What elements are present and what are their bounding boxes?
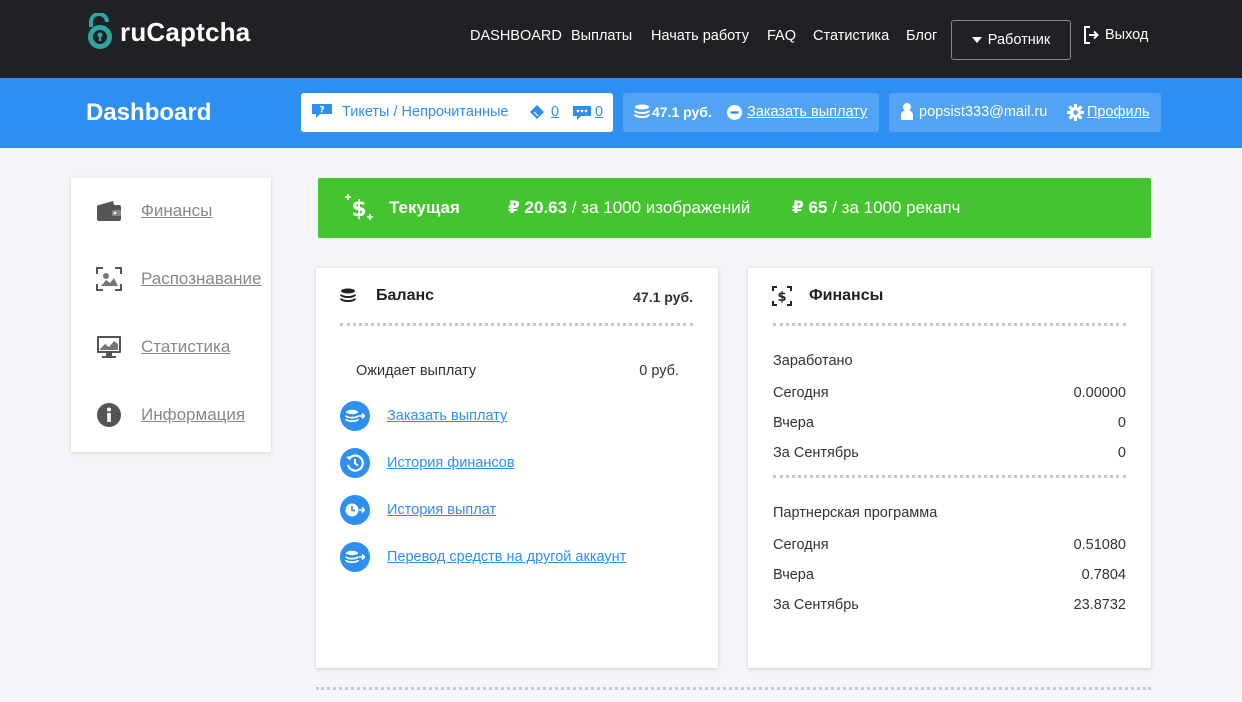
logout-link[interactable]: Выход [1083,26,1148,44]
current-rate-bar: $ Текущая ₽ 20.63 / за 1000 изображений … [318,178,1151,238]
svg-text:$: $ [351,197,366,222]
earned-month-value: 0 [1117,445,1126,461]
payout-history-link[interactable]: История выплат [340,495,496,525]
user-email: popsist333@mail.ru [919,104,1048,120]
partner-yesterday-label: Вчера [773,567,814,583]
earned-title: Заработано [773,353,853,369]
monitor-chart-icon [95,333,123,361]
partner-month-value: 23.8732 [1073,597,1126,613]
sidebar-item-info[interactable]: Информация [95,400,245,430]
header-balance: 47.1 руб. [652,104,712,120]
partner-month-label: За Сентябрь [773,597,859,613]
dollar-frame-icon: $ [772,286,792,306]
messages-count[interactable]: 0 [595,104,603,120]
image-rate: ₽ 20.63 / за 1000 изображений [508,198,750,218]
pending-value: 0 руб. [639,363,679,379]
logo[interactable]: ruCaptcha [86,12,250,52]
tickets-panel: ? Тикеты / Непрочитанные 0 0 [301,93,613,132]
rate-label: Текущая [389,198,460,217]
finance-history-link[interactable]: История финансов [340,448,515,478]
brand-name: ruCaptcha [120,16,251,47]
link-label: История финансов [387,455,515,471]
role-label: Работник [987,32,1051,48]
tickets-count[interactable]: 0 [551,104,559,120]
wallet-icon [95,197,123,225]
logout-icon [1084,26,1099,44]
dollar-sparkle-icon: $ [345,194,373,222]
help-ticket-icon: ? [312,104,332,118]
nav-payouts[interactable]: Выплаты [571,28,632,44]
role-dropdown[interactable]: Работник [951,20,1071,60]
earned-yesterday-label: Вчера [773,415,814,431]
recognition-icon [95,265,123,293]
recaptcha-rate: ₽ 65 / за 1000 рекапч [792,198,960,218]
partner-today-value: 0.51080 [1073,537,1126,553]
messages-icon [573,106,591,120]
nav-faq[interactable]: FAQ [767,28,796,44]
info-icon [95,401,123,429]
nav-blog[interactable]: Блог [906,28,937,44]
user-panel: popsist333@mail.ru Профиль [889,93,1161,132]
coins-icon [340,288,356,302]
divider [340,323,693,326]
earned-yesterday-value: 0 [1117,415,1126,431]
nav-dashboard[interactable]: DASHBOARD [470,28,562,44]
sidebar-item-label: Информация [141,405,246,424]
recaptcha-rate-unit: / за 1000 рекапч [832,198,961,217]
history-icon [340,448,370,478]
transfer-coins-icon [340,542,370,572]
partner-yesterday-value: 0.7804 [1081,567,1126,583]
finance-card-title: Финансы [809,287,884,304]
sidebar-item-recognition[interactable]: Распознавание [95,264,261,294]
profile-link[interactable]: Профиль [1087,104,1150,120]
link-label: Заказать выплату [387,408,508,424]
earned-month-label: За Сентябрь [773,445,859,461]
link-label: Перевод средств на другой аккаунт [387,549,627,565]
page-title: Dashboard [86,99,212,126]
image-rate-unit: / за 1000 изображений [571,198,751,217]
svg-text:?: ? [319,106,324,116]
balance-card: Баланс 47.1 руб. Ожидает выплату 0 руб. … [316,268,718,668]
top-navbar: ruCaptcha DASHBOARD Выплаты Начать работ… [0,0,1242,78]
header-payout-link[interactable]: Заказать выплату [747,104,867,120]
image-rate-value: ₽ 20.63 [508,198,568,217]
sidebar-item-label: Распознавание [141,269,262,288]
padlock-icon [88,13,112,49]
sidebar-item-finance[interactable]: Финансы [95,196,212,226]
earned-today-value: 0.00000 [1073,385,1126,401]
finance-card: $ Финансы Заработано Сегодня 0.00000 Вче… [748,268,1151,668]
coins-icon [634,104,650,118]
divider [773,475,1126,478]
partner-title: Партнерская программа [773,505,938,521]
sidebar-item-statistics[interactable]: Статистика [95,332,230,362]
clock-arrow-icon [340,495,370,525]
caret-down-icon [971,37,982,43]
gear-icon [1067,104,1084,121]
recaptcha-rate-value: ₽ 65 [792,198,828,217]
balance-amount: 47.1 руб. [633,289,693,305]
order-payout-link[interactable]: Заказать выплату [340,401,507,431]
balance-card-title: Баланс [376,287,435,304]
partner-today-label: Сегодня [773,537,829,553]
nav-statistics[interactable]: Статистика [813,28,889,44]
earned-today-label: Сегодня [773,385,829,401]
logout-label: Выход [1105,27,1149,43]
user-icon [901,103,913,120]
tickets-link[interactable]: Тикеты / Непрочитанные [342,104,508,120]
svg-text:$: $ [777,290,786,305]
nav-start-work[interactable]: Начать работу [651,28,749,44]
ticket-icon [530,105,544,119]
payout-coins-icon [340,401,370,431]
divider [316,687,1151,690]
sidebar-item-label: Статистика [141,337,231,356]
divider [773,323,1126,326]
sidebar-item-label: Финансы [141,201,213,220]
minus-circle-icon [727,105,742,120]
link-label: История выплат [387,502,497,518]
pending-label: Ожидает выплату [356,363,477,379]
transfer-funds-link[interactable]: Перевод средств на другой аккаунт [340,542,626,572]
balance-panel: 47.1 руб. Заказать выплату [623,93,879,132]
sidebar: Финансы Распознавание Статистика Информа… [71,178,271,452]
